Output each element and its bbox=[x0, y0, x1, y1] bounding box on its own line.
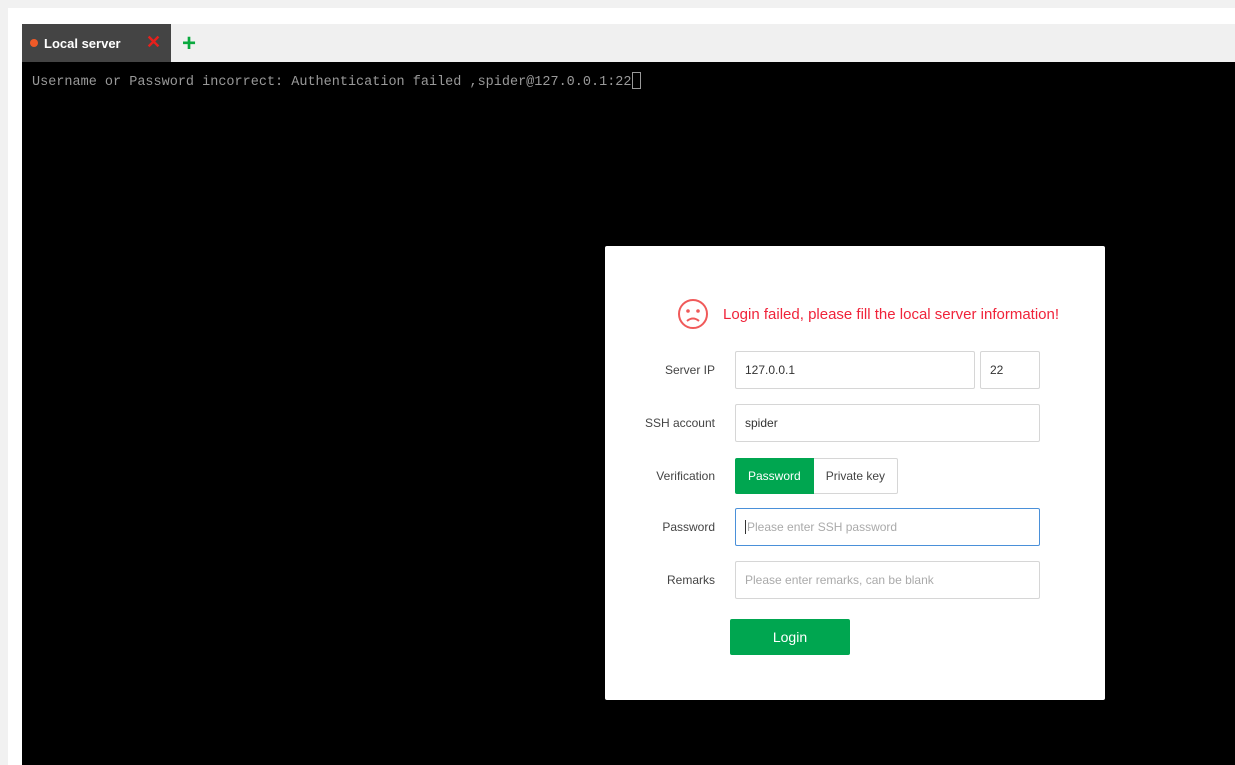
tab-local-server[interactable]: Local server ✕ bbox=[22, 24, 171, 62]
close-icon[interactable]: ✕ bbox=[146, 32, 161, 53]
remarks-input[interactable]: Please enter remarks, can be blank bbox=[735, 561, 1040, 599]
login-button[interactable]: Login bbox=[730, 619, 850, 655]
password-label: Password bbox=[662, 520, 715, 534]
login-dialog: Login failed, please fill the local serv… bbox=[605, 246, 1105, 700]
terminal-line: Username or Password incorrect: Authenti… bbox=[32, 75, 632, 90]
verification-label: Verification bbox=[656, 469, 715, 483]
error-banner: Login failed, please fill the local serv… bbox=[677, 298, 1059, 330]
verification-private-key-button[interactable]: Private key bbox=[813, 458, 899, 494]
password-placeholder: Please enter SSH password bbox=[747, 520, 898, 534]
ssh-account-input[interactable]: spider bbox=[735, 404, 1040, 442]
sad-face-icon bbox=[678, 299, 708, 329]
status-dot-icon bbox=[30, 39, 38, 47]
server-ip-input[interactable]: 127.0.0.1 bbox=[735, 351, 975, 389]
terminal-output: Username or Password incorrect: Authenti… bbox=[32, 72, 641, 90]
verification-password-button[interactable]: Password bbox=[735, 458, 814, 494]
server-ip-label: Server IP bbox=[664, 363, 715, 377]
port-input[interactable]: 22 bbox=[980, 351, 1040, 389]
tab-label: Local server bbox=[44, 35, 121, 51]
password-input[interactable]: Please enter SSH password bbox=[735, 508, 1040, 546]
tab-bar: Local server ✕ + bbox=[22, 24, 1235, 62]
ssh-account-label: SSH account bbox=[644, 416, 715, 430]
remarks-label: Remarks bbox=[666, 573, 715, 587]
remarks-placeholder: Please enter remarks, can be blank bbox=[745, 573, 934, 587]
error-message: Login failed, please fill the local serv… bbox=[723, 305, 1060, 323]
terminal-cursor bbox=[631, 72, 641, 89]
add-tab-icon[interactable]: + bbox=[182, 30, 196, 58]
